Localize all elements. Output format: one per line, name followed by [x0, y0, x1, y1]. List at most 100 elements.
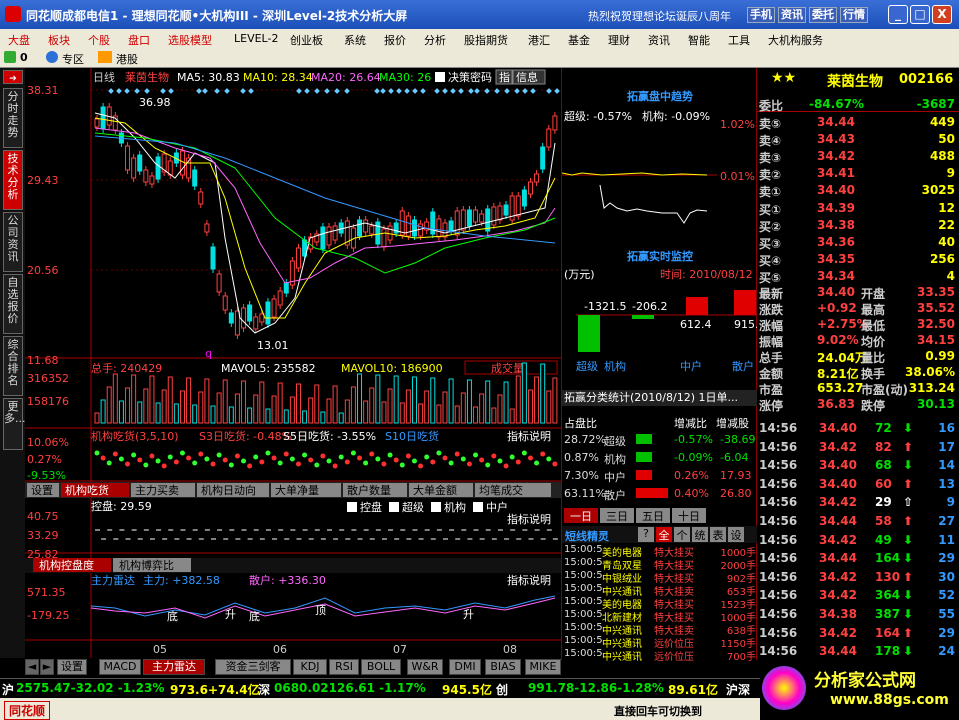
menu-licai[interactable]: 理财 [608, 32, 630, 48]
menu-zixun[interactable]: 资讯 [648, 32, 670, 48]
jg-explain-link[interactable]: 指标说明 [507, 429, 551, 443]
close-button[interactable]: X [932, 5, 952, 24]
buy-row[interactable]: 买⑤ 34.34 4 [757, 268, 959, 285]
intraday-super: 超级: -0.57% [564, 110, 633, 123]
menu-bankuai[interactable]: 板块 [48, 32, 70, 48]
period-label[interactable]: 日线 [93, 70, 115, 84]
tick-row: 14:56 34.40 68 ⬇ 14 [759, 458, 955, 473]
tab-dmi[interactable]: DMI [449, 659, 481, 675]
elf-row[interactable]: 15:00:5 美的电器 特大挂买 1523手 [562, 596, 758, 611]
sell-row[interactable]: 卖② 34.41 9 [757, 165, 959, 182]
tab-3day[interactable]: 三日 [600, 508, 634, 523]
minimize-button[interactable]: _ [888, 5, 908, 24]
mavol5-label: MAVOL5: 235582 [221, 362, 316, 375]
menu-pankou[interactable]: 盘口 [128, 32, 150, 48]
menu-gongju[interactable]: 工具 [728, 32, 750, 48]
favorite-stars-icon[interactable]: ★★ [771, 70, 796, 86]
tab-zijin[interactable]: 资金三剑客 [215, 659, 291, 675]
menu-ganghui[interactable]: 港汇 [528, 32, 550, 48]
tab-1day[interactable]: 一日 [564, 508, 598, 523]
hk-link[interactable]: 港股 [116, 51, 138, 67]
phone-button[interactable]: 手机 [747, 7, 775, 23]
elf-row[interactable]: 15:00:5 中兴通讯 远价位压 1150手 [562, 635, 758, 650]
elf-row[interactable]: 15:00:5 北新建材 特大挂买 1000手 [562, 609, 758, 624]
tab-rsi[interactable]: RSI [329, 659, 359, 675]
radar-explain-link[interactable]: 指标说明 [507, 573, 551, 587]
menu-gegu[interactable]: 个股 [88, 32, 110, 48]
elf-row[interactable]: 15:00:5 中银绒业 特大挂买 902手 [562, 570, 758, 585]
sell-row[interactable]: 卖⑤ 34.44 449 [757, 114, 959, 131]
collapse-icon[interactable]: ➔ [3, 70, 23, 84]
decision-checkbox[interactable] [435, 72, 445, 82]
elf-table-button[interactable]: 表 [710, 527, 726, 542]
buy-row[interactable]: 买② 34.38 22 [757, 217, 959, 234]
buy-row[interactable]: 买④ 34.35 256 [757, 251, 959, 268]
zone-link[interactable]: 专区 [62, 51, 84, 67]
kp-explain-link[interactable]: 指标说明 [507, 512, 551, 526]
tab-5day[interactable]: 五日 [636, 508, 670, 523]
trade-button[interactable]: 委托 [809, 7, 837, 23]
tab-more[interactable]: 更多... [3, 398, 26, 450]
tab-prev-arrow-icon[interactable]: ◄ [25, 659, 39, 675]
menu-baojia[interactable]: 报价 [384, 32, 406, 48]
menu-jijin[interactable]: 基金 [568, 32, 590, 48]
tab-mike[interactable]: MIKE [525, 659, 561, 675]
tab-zixuan[interactable]: 自选报价 [3, 274, 23, 334]
tab-bias[interactable]: BIAS [485, 659, 521, 675]
sell-row[interactable]: 卖① 34.40 3025 [757, 182, 959, 199]
elf-row[interactable]: 15:00:5 中兴通讯 远价位压 700手 [562, 648, 758, 663]
tab-jishu[interactable]: 技术分析 [3, 150, 23, 210]
buy-row[interactable]: 买① 34.39 12 [757, 200, 959, 217]
sell-row[interactable]: 卖④ 34.43 50 [757, 131, 959, 148]
news-button[interactable]: 资讯 [778, 7, 806, 23]
tab-settings[interactable]: 设置 [57, 659, 87, 675]
kp-check-mid[interactable] [473, 502, 483, 512]
sell-row[interactable]: 卖③ 34.42 488 [757, 148, 959, 165]
menu-guzhi[interactable]: 股指期货 [464, 32, 508, 48]
menu-dajigou[interactable]: 大机构服务 [768, 32, 823, 48]
kp-check-inst[interactable] [431, 502, 441, 512]
tab-kdj[interactable]: KDJ [293, 659, 327, 675]
candle-body [363, 219, 369, 233]
tab-10day[interactable]: 十日 [672, 508, 706, 523]
hk-icon[interactable] [98, 51, 112, 63]
elf-single-button[interactable]: 个 [674, 527, 690, 542]
elf-stats-button[interactable]: 统 [692, 527, 708, 542]
menu-level2[interactable]: LEVEL-2 [234, 32, 278, 45]
buy-row[interactable]: 买③ 34.36 40 [757, 234, 959, 251]
monitor-cat: 散户 [732, 359, 754, 373]
elf-row[interactable]: 15:00:5 中兴通讯 特大挂卖 638手 [562, 622, 758, 637]
tab-fenshi[interactable]: 分时走势 [3, 88, 23, 148]
maximize-button[interactable]: □ [910, 5, 930, 24]
elf-settings-button[interactable]: 设 [728, 527, 744, 542]
tab-next-arrow-icon[interactable]: ► [40, 659, 54, 675]
tab-radar[interactable]: 主力雷达 [143, 659, 205, 675]
tab-macd[interactable]: MACD [99, 659, 141, 675]
elf-row[interactable]: 15:00:5 青岛双星 特大挂买 2000手 [562, 557, 758, 572]
menu-dapan[interactable]: 大盘 [8, 32, 30, 48]
menu-xitong[interactable]: 系统 [344, 32, 366, 48]
kline-chart-area[interactable]: 日线 莱茵生物 MA5: 30.83 MA10: 28.34 MA20: 26.… [25, 68, 561, 658]
user-icon[interactable] [4, 51, 16, 63]
elf-help-button[interactable]: ? [638, 527, 654, 542]
menu-chuangye[interactable]: 创业板 [290, 32, 323, 48]
elf-row[interactable]: 15:00:5 中兴通讯 特大挂卖 653手 [562, 583, 758, 598]
radar-mark: 底 [249, 609, 260, 623]
kp-check-super[interactable] [389, 502, 399, 512]
webi-value: -84.67% [809, 97, 864, 111]
zone-icon[interactable] [46, 51, 58, 63]
tab-gongsi[interactable]: 公司资讯 [3, 212, 23, 272]
tab-wr[interactable]: W&R [407, 659, 443, 675]
elf-row[interactable]: 15:00:5 美的电器 特大挂买 1000手 [562, 544, 758, 559]
menu-zhineng[interactable]: 智能 [688, 32, 710, 48]
market-button[interactable]: 行情 [840, 7, 868, 23]
tab-boll[interactable]: BOLL [361, 659, 401, 675]
menu-xuangu[interactable]: 选股模型 [168, 32, 212, 48]
menu-fenxi[interactable]: 分析 [424, 32, 446, 48]
stat-row: 总手 24.04万 量比 0.99 [759, 349, 955, 365]
elf-all-button[interactable]: 全 [656, 527, 672, 542]
promo-text[interactable]: 热烈祝贺理想论坛诞辰八周年 [588, 8, 731, 24]
tab-zonghe[interactable]: 综合排名 [3, 336, 23, 396]
brand-label[interactable]: 同花顺 [4, 701, 51, 720]
kp-check-kongpan[interactable] [347, 502, 357, 512]
